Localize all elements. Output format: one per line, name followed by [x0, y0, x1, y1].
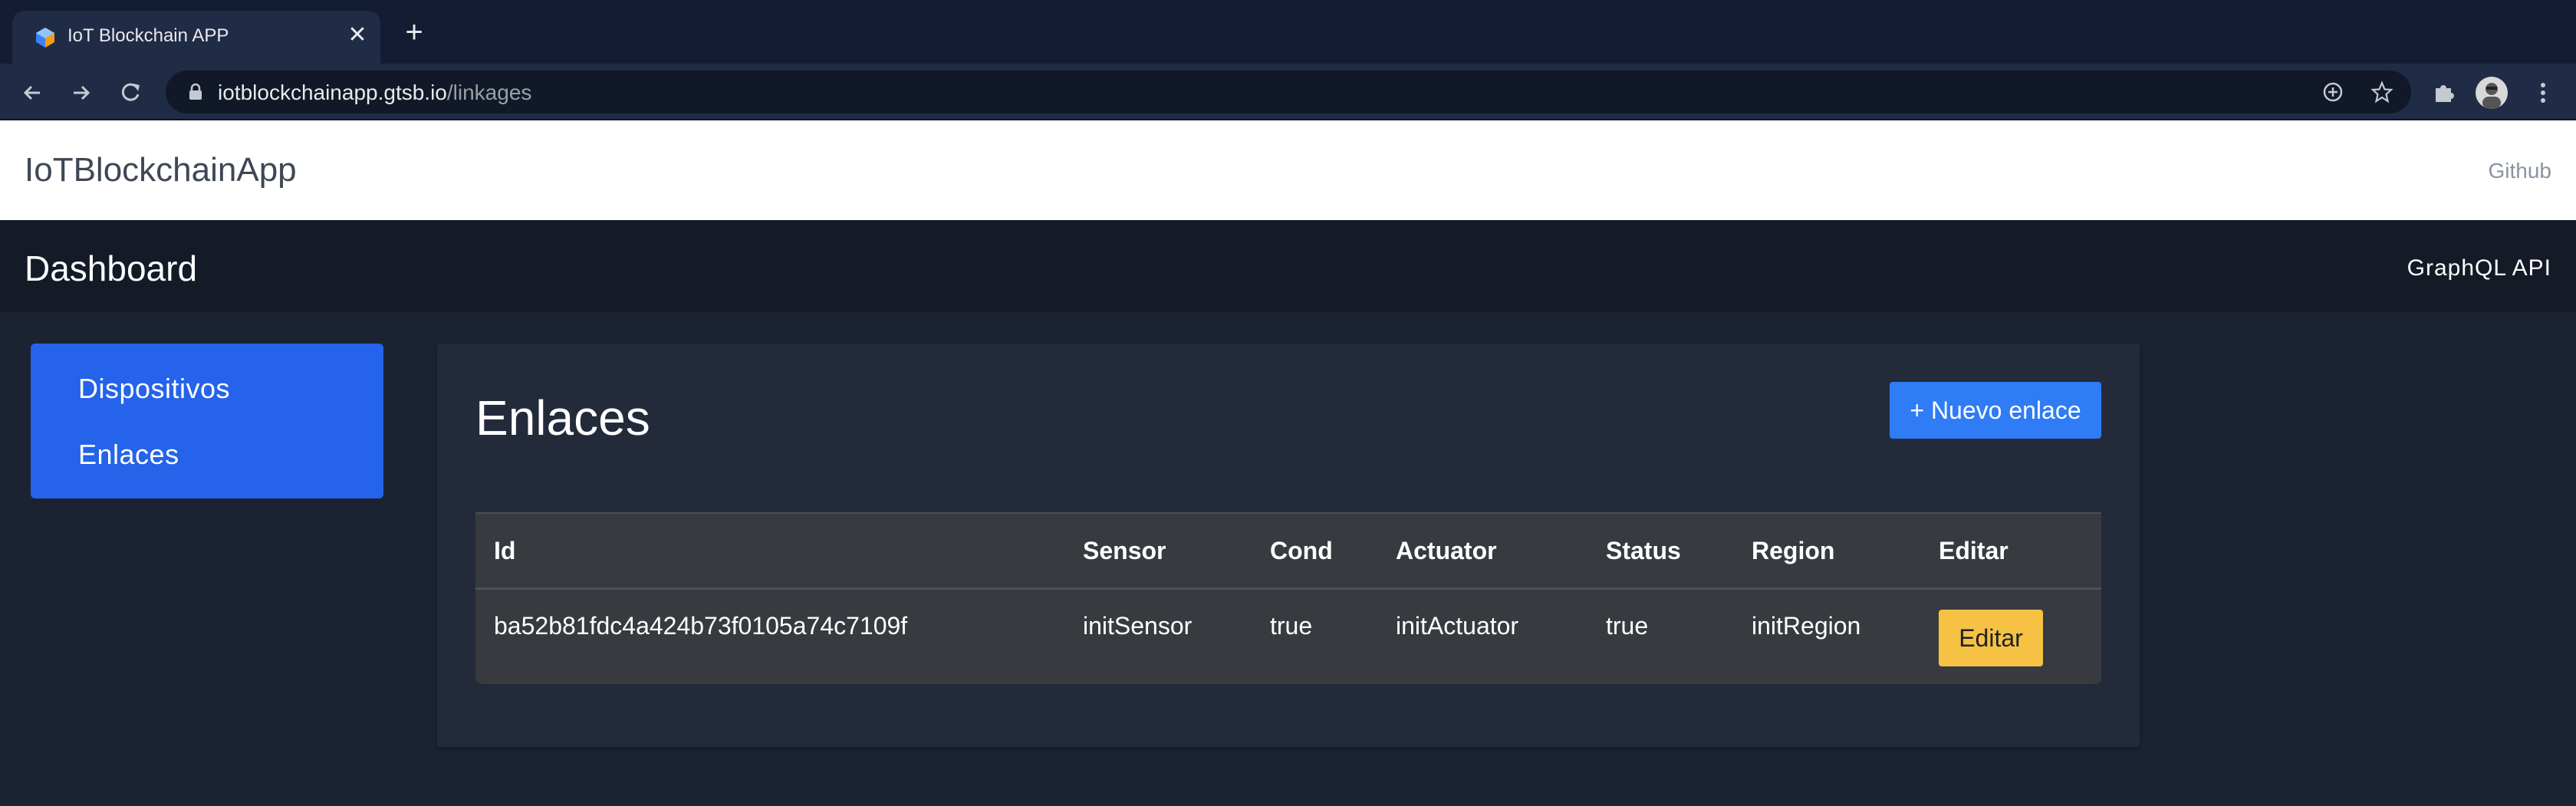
reload-icon[interactable] [115, 77, 146, 108]
app-favicon-icon [36, 28, 54, 48]
links-table: Id Sensor Cond Actuator Status Region Ed… [475, 512, 2101, 684]
install-app-icon[interactable] [2321, 80, 2345, 104]
column-header-region: Region [1752, 537, 1835, 564]
graphql-api-link[interactable]: GraphQL API [2407, 255, 2551, 281]
browser-tab-bar: IoT Blockchain APP ✕ + [0, 0, 2576, 64]
new-tab-button[interactable]: + [399, 17, 429, 48]
sidebar-item-enlaces[interactable]: Enlaces [78, 439, 179, 471]
forward-arrow-icon[interactable] [66, 77, 97, 108]
browser-toolbar: iotblockchainapp.gtsb.io/linkages [0, 64, 2576, 120]
column-header-editar: Editar [1939, 537, 2008, 564]
sidebar-nav: Dispositivos Enlaces [31, 344, 383, 498]
tab-title: IoT Blockchain APP [67, 25, 229, 46]
new-link-button[interactable]: + Nuevo enlace [1890, 382, 2101, 439]
dashboard-bar: Dashboard GraphQL API [0, 220, 2576, 312]
extensions-puzzle-icon[interactable] [2428, 77, 2459, 108]
browser-menu-icon[interactable] [2528, 77, 2558, 108]
cell-status: true [1606, 612, 1649, 640]
profile-avatar[interactable] [2476, 77, 2508, 109]
table-header-divider [475, 587, 2101, 590]
cell-cond: true [1270, 612, 1313, 640]
cell-id: ba52b81fdc4a424b73f0105a74c7109f [494, 612, 908, 640]
column-header-cond: Cond [1270, 537, 1333, 564]
address-bar[interactable]: iotblockchainapp.gtsb.io/linkages [166, 71, 2411, 113]
column-header-sensor: Sensor [1083, 537, 1166, 564]
app-header: IoTBlockchainApp Github [0, 120, 2576, 220]
column-header-actuator: Actuator [1396, 537, 1497, 564]
column-header-id: Id [494, 537, 516, 564]
page-title: Enlaces [475, 390, 650, 446]
dashboard-title: Dashboard [25, 248, 198, 288]
browser-tab[interactable]: IoT Blockchain APP ✕ [12, 11, 380, 64]
column-header-status: Status [1606, 537, 1681, 564]
url-host: iotblockchainapp.gtsb.io [218, 81, 447, 104]
lock-icon [189, 83, 202, 100]
bookmark-star-icon[interactable] [2370, 80, 2394, 104]
back-arrow-icon[interactable] [17, 77, 48, 108]
url-path: /linkages [446, 81, 532, 104]
brand-logo-text[interactable]: IoTBlockchainApp [25, 151, 297, 189]
github-link[interactable]: Github [2489, 159, 2552, 183]
cell-actuator: initActuator [1396, 612, 1519, 640]
cell-sensor: initSensor [1083, 612, 1193, 640]
links-card: Enlaces + Nuevo enlace Id Sensor Cond Ac… [437, 344, 2140, 747]
cell-region: initRegion [1752, 612, 1861, 640]
close-tab-icon[interactable]: ✕ [344, 21, 371, 49]
sidebar-item-dispositivos[interactable]: Dispositivos [78, 373, 230, 405]
url-text: iotblockchainapp.gtsb.io/linkages [218, 81, 531, 105]
edit-button[interactable]: Editar [1939, 610, 2043, 666]
